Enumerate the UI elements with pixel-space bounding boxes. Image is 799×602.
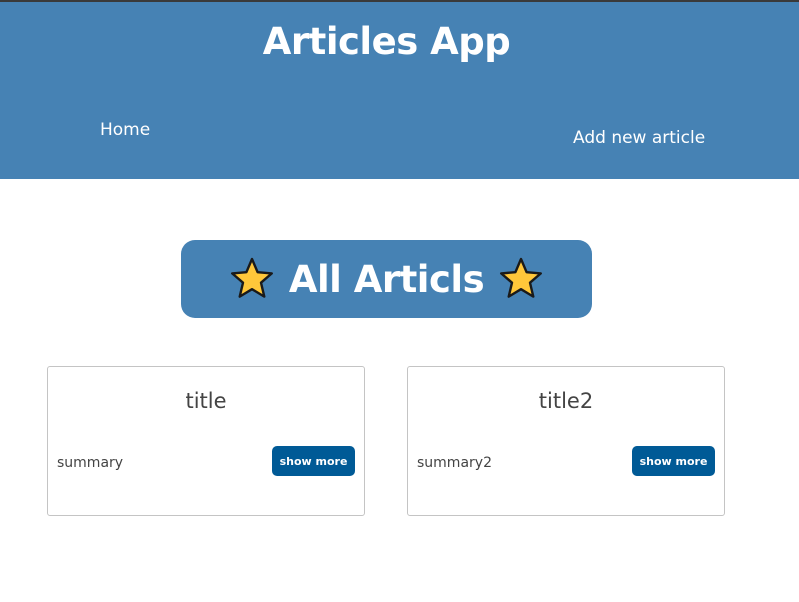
article-card: title2 summary2 show more — [407, 366, 725, 516]
all-articles-banner: All Articls — [181, 240, 592, 318]
article-title: title — [185, 389, 227, 413]
show-more-button[interactable]: show more — [272, 446, 355, 476]
star-icon — [500, 257, 543, 298]
article-card: title summary show more — [47, 366, 365, 516]
article-title: title2 — [538, 389, 594, 413]
app-title: Articles App — [262, 20, 511, 63]
star-icon — [230, 257, 273, 298]
article-summary: summary2 — [417, 455, 492, 471]
article-summary: summary — [57, 455, 124, 471]
banner-heading: All Articls — [288, 257, 485, 301]
nav-home-link[interactable]: Home — [100, 120, 150, 140]
nav-add-article-link[interactable]: Add new article — [573, 128, 705, 148]
app-header: Articles App Home Add new article — [0, 2, 799, 179]
show-more-button[interactable]: show more — [632, 446, 715, 476]
